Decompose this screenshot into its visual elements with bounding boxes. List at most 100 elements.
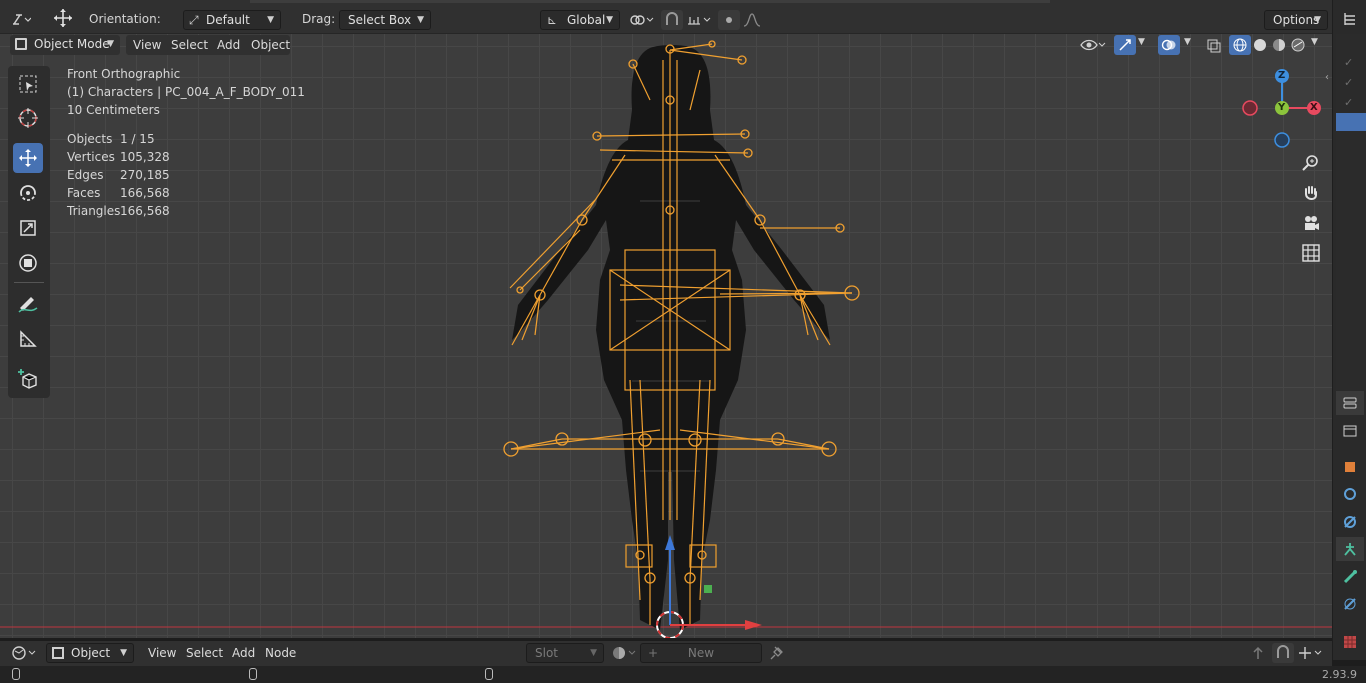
menu-select[interactable]: Select — [165, 35, 214, 55]
move-tool[interactable] — [13, 143, 43, 173]
measure-tool[interactable] — [13, 324, 43, 354]
transform-orientation-dropdown[interactable]: ⊾ Global ▼ — [540, 10, 620, 30]
node-menu-node[interactable]: Node — [259, 643, 302, 663]
options-label: Options — [1273, 13, 1320, 27]
stat-label: Objects — [67, 132, 113, 146]
proportional-editing-icon[interactable] — [718, 10, 740, 30]
stat-label: Faces — [67, 186, 101, 200]
chevron-down-icon[interactable]: ▼ — [1184, 37, 1191, 47]
snap-icon[interactable] — [661, 10, 683, 30]
visibility-eye-icon[interactable] — [1078, 35, 1108, 55]
bone-constraint-tab[interactable] — [1336, 592, 1364, 616]
new-label: New — [687, 646, 715, 660]
version-label: 2.93.9 — [1322, 668, 1357, 681]
rendered-shading-icon[interactable] — [1287, 35, 1309, 55]
transform-space-icon: ⊾ — [547, 13, 558, 27]
tool-settings-icon[interactable] — [10, 9, 32, 29]
select-box-tool[interactable] — [13, 69, 43, 99]
render-tab[interactable] — [1336, 419, 1364, 443]
pin-icon[interactable] — [766, 643, 788, 663]
stat-label: Edges — [67, 168, 104, 182]
drag-dropdown[interactable]: Select Box ▼ — [339, 10, 431, 30]
camera-view-icon[interactable] — [1296, 208, 1326, 238]
slot-dropdown[interactable]: Slot ▼ — [526, 643, 604, 663]
mouse-middle-icon — [249, 668, 257, 680]
gizmo-z-label: Z — [1278, 70, 1286, 81]
outliner-collapse-icon[interactable]: ‹ — [1325, 72, 1329, 83]
plus-icon: + — [648, 646, 659, 660]
falloff-icon[interactable] — [740, 10, 770, 30]
orientation-value: Default — [206, 13, 250, 27]
chevron-down-icon: ▼ — [120, 648, 127, 658]
node-menu-select[interactable]: Select — [180, 643, 229, 663]
cursor-tool[interactable] — [13, 103, 43, 133]
menu-add[interactable]: Add — [211, 35, 246, 55]
outliner-icon[interactable] — [1339, 9, 1361, 29]
gizmo-x-label: X — [1310, 102, 1318, 113]
modifier-tab[interactable] — [1336, 482, 1364, 506]
annotate-tool[interactable] — [13, 289, 43, 319]
object-tab[interactable] — [1336, 455, 1364, 479]
object-mode-dropdown[interactable]: Object Mode ▼ — [10, 35, 120, 55]
node-menu-add[interactable]: Add — [226, 643, 261, 663]
gizmo-y-label: Y — [1278, 102, 1286, 113]
slot-label: Slot — [535, 646, 558, 660]
stat-value: 1 / 15 — [120, 132, 155, 146]
shader-type-value: Object — [71, 646, 111, 660]
stat-label: Vertices — [67, 150, 115, 164]
texture-tab[interactable] — [1336, 630, 1364, 654]
outliner-selected-row[interactable] — [1336, 113, 1366, 131]
chevron-down-icon: ▼ — [417, 15, 424, 25]
armature-mesh-figure[interactable] — [0, 34, 1332, 638]
outliner-row-icon[interactable]: ✓ — [1344, 96, 1353, 109]
material-browse-icon[interactable] — [610, 643, 640, 663]
chevron-down-icon[interactable]: ▼ — [1138, 37, 1145, 47]
armature-data-tab[interactable] — [1336, 537, 1364, 561]
bone-tab[interactable] — [1336, 565, 1364, 589]
chevron-down-icon: ▼ — [267, 15, 274, 25]
menu-view[interactable]: View — [127, 35, 167, 55]
stat-value: 270,185 — [120, 168, 170, 182]
outliner-row-icon[interactable]: ✓ — [1344, 56, 1353, 69]
ortho-grid-icon[interactable] — [1296, 238, 1326, 268]
node-snap-icon[interactable] — [1272, 643, 1294, 663]
pivot-point-icon[interactable] — [626, 10, 658, 30]
transform-pivot-icon[interactable] — [52, 8, 74, 28]
view-name: Front Orthographic — [67, 67, 181, 81]
scale-tool[interactable] — [13, 213, 43, 243]
snap-target-icon[interactable] — [684, 10, 714, 30]
new-material-button[interactable]: + New — [640, 643, 762, 663]
mouse-left-icon — [12, 668, 20, 680]
collection-line: (1) Characters | PC_004_A_F_BODY_011 — [67, 85, 305, 99]
zoom-icon[interactable] — [1296, 148, 1326, 178]
options-dropdown[interactable]: Options ▼ — [1264, 10, 1328, 30]
node-menu-view[interactable]: View — [142, 643, 182, 663]
editor-type-icon[interactable] — [10, 643, 40, 663]
rotate-tool[interactable] — [13, 178, 43, 208]
orientation-label: Orientation: — [89, 12, 161, 26]
transform-tool[interactable] — [13, 248, 43, 278]
shader-type-dropdown[interactable]: Object ▼ — [46, 643, 134, 663]
outliner-row-icon[interactable]: ✓ — [1344, 76, 1353, 89]
workspace-tabs-strip — [250, 0, 1050, 3]
menu-object[interactable]: Object — [245, 35, 296, 55]
orientation-dropdown[interactable]: ⤢ Default ▼ — [183, 10, 281, 30]
xray-toggle-icon[interactable] — [1203, 35, 1225, 55]
overlays-toggle-icon[interactable] — [1158, 35, 1180, 55]
node-snap-target-icon[interactable] — [1296, 643, 1326, 663]
add-cube-tool[interactable] — [13, 364, 43, 394]
chevron-down-icon: ▼ — [1314, 15, 1321, 25]
grid-scale: 10 Centimeters — [67, 103, 160, 117]
wireframe-shading-icon[interactable] — [1229, 35, 1251, 55]
stat-value: 166,568 — [120, 186, 170, 200]
statistics-overlay: Objects 1 / 15 Vertices 105,328 Edges 270,1… — [67, 132, 267, 222]
physics-tab[interactable] — [1336, 510, 1364, 534]
chevron-down-icon: ▼ — [590, 648, 597, 658]
drag-label: Drag: — [302, 12, 336, 26]
gizmo-toggle-icon[interactable] — [1114, 35, 1136, 55]
object-square-icon — [52, 647, 64, 659]
chevron-down-icon[interactable]: ▼ — [1311, 37, 1318, 47]
pan-hand-icon[interactable] — [1296, 178, 1326, 208]
parent-node-icon[interactable] — [1247, 643, 1269, 663]
properties-tool-tab[interactable] — [1336, 391, 1364, 415]
